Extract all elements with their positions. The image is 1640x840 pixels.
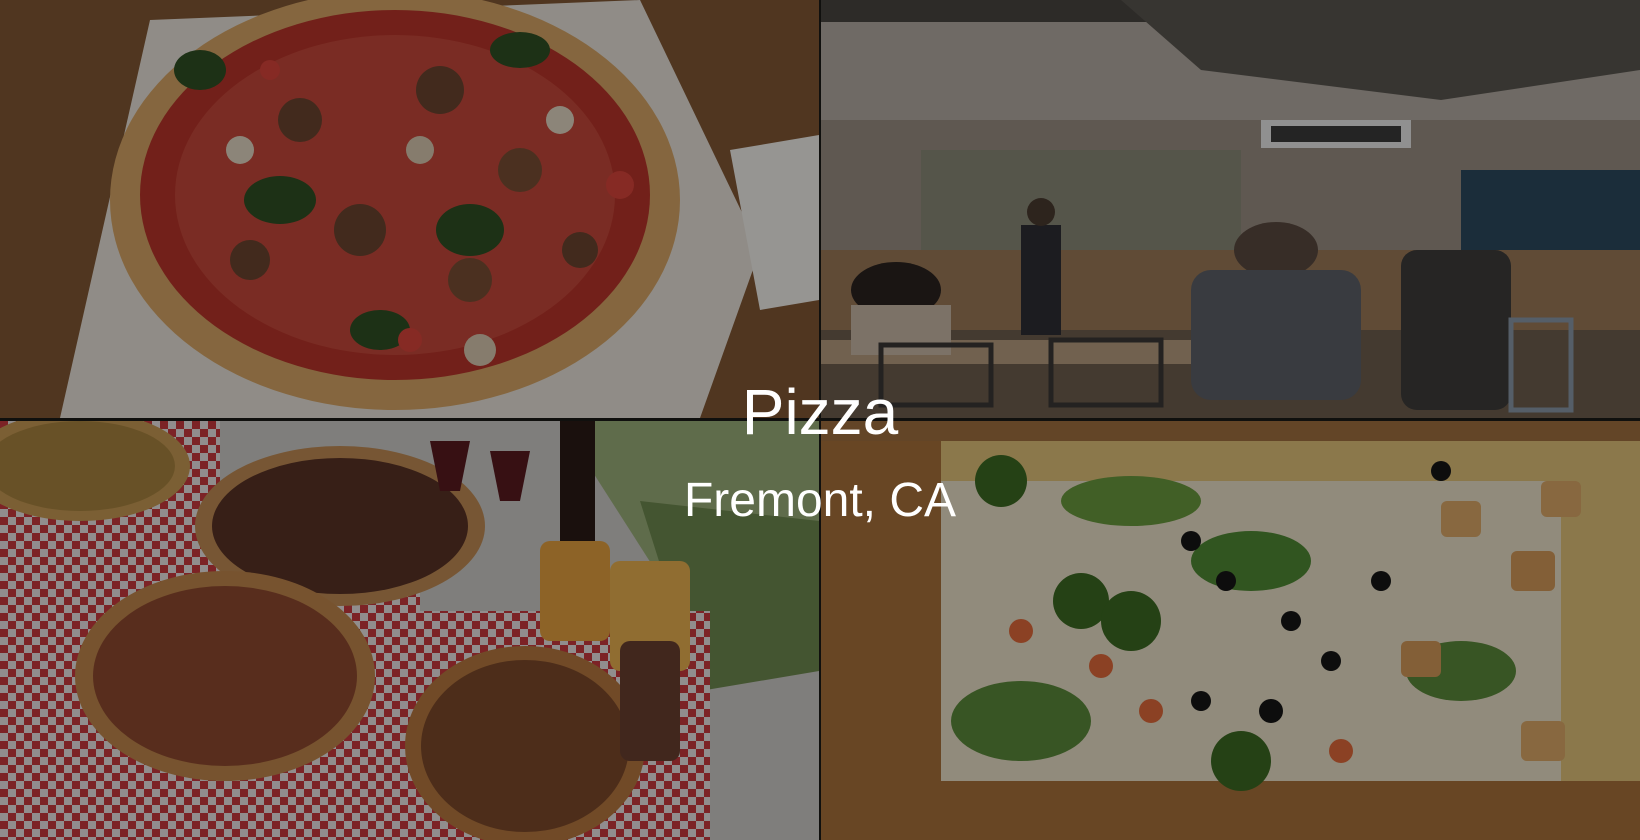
dark-overlay: [0, 0, 1640, 840]
photo-collage: Pizza Fremont, CA: [0, 0, 1640, 840]
